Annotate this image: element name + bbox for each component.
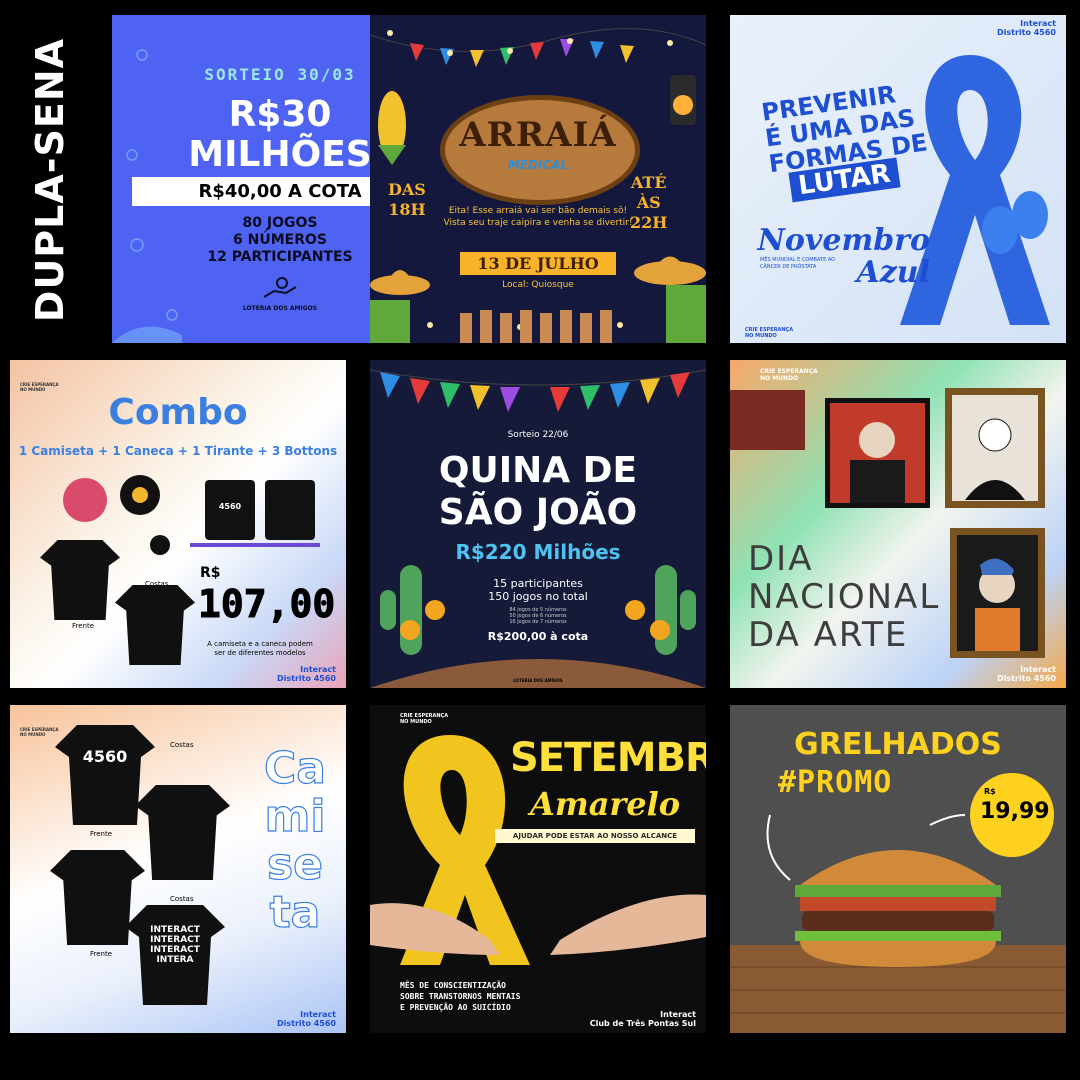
price-currency: R$ [200,565,221,581]
start-time: DAS 18H [388,180,426,219]
interact-logo: Interact Distrito 4560 [996,665,1056,683]
shirt-front [55,725,155,825]
promo-tag: #PROMO [778,765,893,800]
front-label: Frente [90,830,113,838]
quota-price: R$200,00 à cota [487,630,589,643]
event-description: Eita! Esse arraiá vai ser bão demais sô!… [443,206,633,228]
tile-combo[interactable]: CRIE ESPERANÇA NO MUNDO Combo 1 Camiseta… [10,360,346,688]
games-breakdown: 84 jogos de 5 números 50 jogos de 6 núme… [509,607,567,625]
interact-logo: Interact Distrito 4560 [996,19,1056,37]
side-title: DUPLA-SENA [28,37,72,323]
hope-logo: CRIE ESPERANÇA NO MUNDO [760,368,818,382]
promo-price: 19,99 [980,799,1050,824]
tile-novembro-azul[interactable]: PREVENIR É UMA DAS FORMAS DE LUTAR Novem… [730,15,1066,343]
interact-logo: Interact Distrito 4560 [276,665,336,683]
hope-logo: CRIE ESPERANÇA NO MUNDO [745,327,794,339]
brand-name: MEDICAL [507,158,569,172]
tile-dia-da-arte[interactable]: CRIE ESPERANÇA NO MUNDO DIA NACIONAL DA … [730,360,1066,688]
price-currency: R$ [984,787,996,796]
mug-label: 4560 [218,502,242,511]
shirt-print: INTERACT INTERACT INTERACT INTERA [150,925,200,965]
shirt-number: 4560 [82,747,128,766]
campaign-title: SETEMBRO [510,735,706,781]
lottery-title: QUINA DE SÃO JOÃO [438,450,638,533]
hope-logo: CRIE ESPERANÇA NO MUNDO [20,727,59,737]
campaign-text: MÊS DE CONSCIENTIZAÇÃO SOBRE TRANSTORNOS… [400,981,521,1012]
tile-setembro-amarelo[interactable]: CRIE ESPERANÇA NO MUNDO SETEMBRO Amarelo… [370,705,706,1033]
art-day-title: DIA NACIONAL DA ARTE [748,539,941,655]
tile-arraia[interactable]: ARRAIÁ MEDICAL DAS 18H ATÉ ÀS 22H Eita! … [370,15,706,343]
draw-date: Sorteio 22/06 [507,430,569,440]
front-label: Frente [72,622,95,630]
promo-title: GRELHADOS [794,727,1002,762]
tile-grelhados[interactable]: GRELHADOS #PROMO R$ 19,99 [730,705,1066,1033]
back-label: Costas [145,580,169,588]
brand-name: LOTERIA DOS AMIGOS [513,678,563,683]
back-label: Costas [170,741,194,749]
campaign-subtitle: MÊS MUNDIAL E COMBATE AO CÂNCER DE PRÓST… [760,257,836,270]
interact-logo: Interact Distrito 4560 [276,1010,336,1028]
combo-price: 107,00 [197,582,336,627]
tagline: AJUDAR PODE ESTAR AO NOSSO ALCANCE [495,829,695,843]
back-label: Costas [170,895,194,903]
shirt-back [135,785,230,880]
camiseta-title: Ca mi se ta [263,743,326,938]
tile-camiseta[interactable]: CRIE ESPERANÇA NO MUNDO 4560 INTERACT IN… [10,705,346,1033]
front-label: Frente [90,950,113,958]
campaign-subtitle: Amarelo [530,785,681,823]
event-location: Local: Quiosque [502,280,574,290]
combo-note: A camiseta e a caneca podem ser de difer… [207,640,313,657]
event-title: ARRAIÁ [459,115,617,155]
hope-logo: CRIE ESPERANÇA NO MUNDO [400,713,449,725]
tile-quina[interactable]: Sorteio 22/06 QUINA DE SÃO JOÃO R$220 Mi… [370,360,706,688]
participants: 15 participantes 150 jogos no total [488,577,588,603]
prize-amount: R$220 Milhões [455,540,621,564]
money-hand-icon [263,277,297,298]
interact-logo: Interact Club de Três Pontas Sul [589,1010,696,1028]
event-date: 13 DE JULHO [460,252,616,275]
